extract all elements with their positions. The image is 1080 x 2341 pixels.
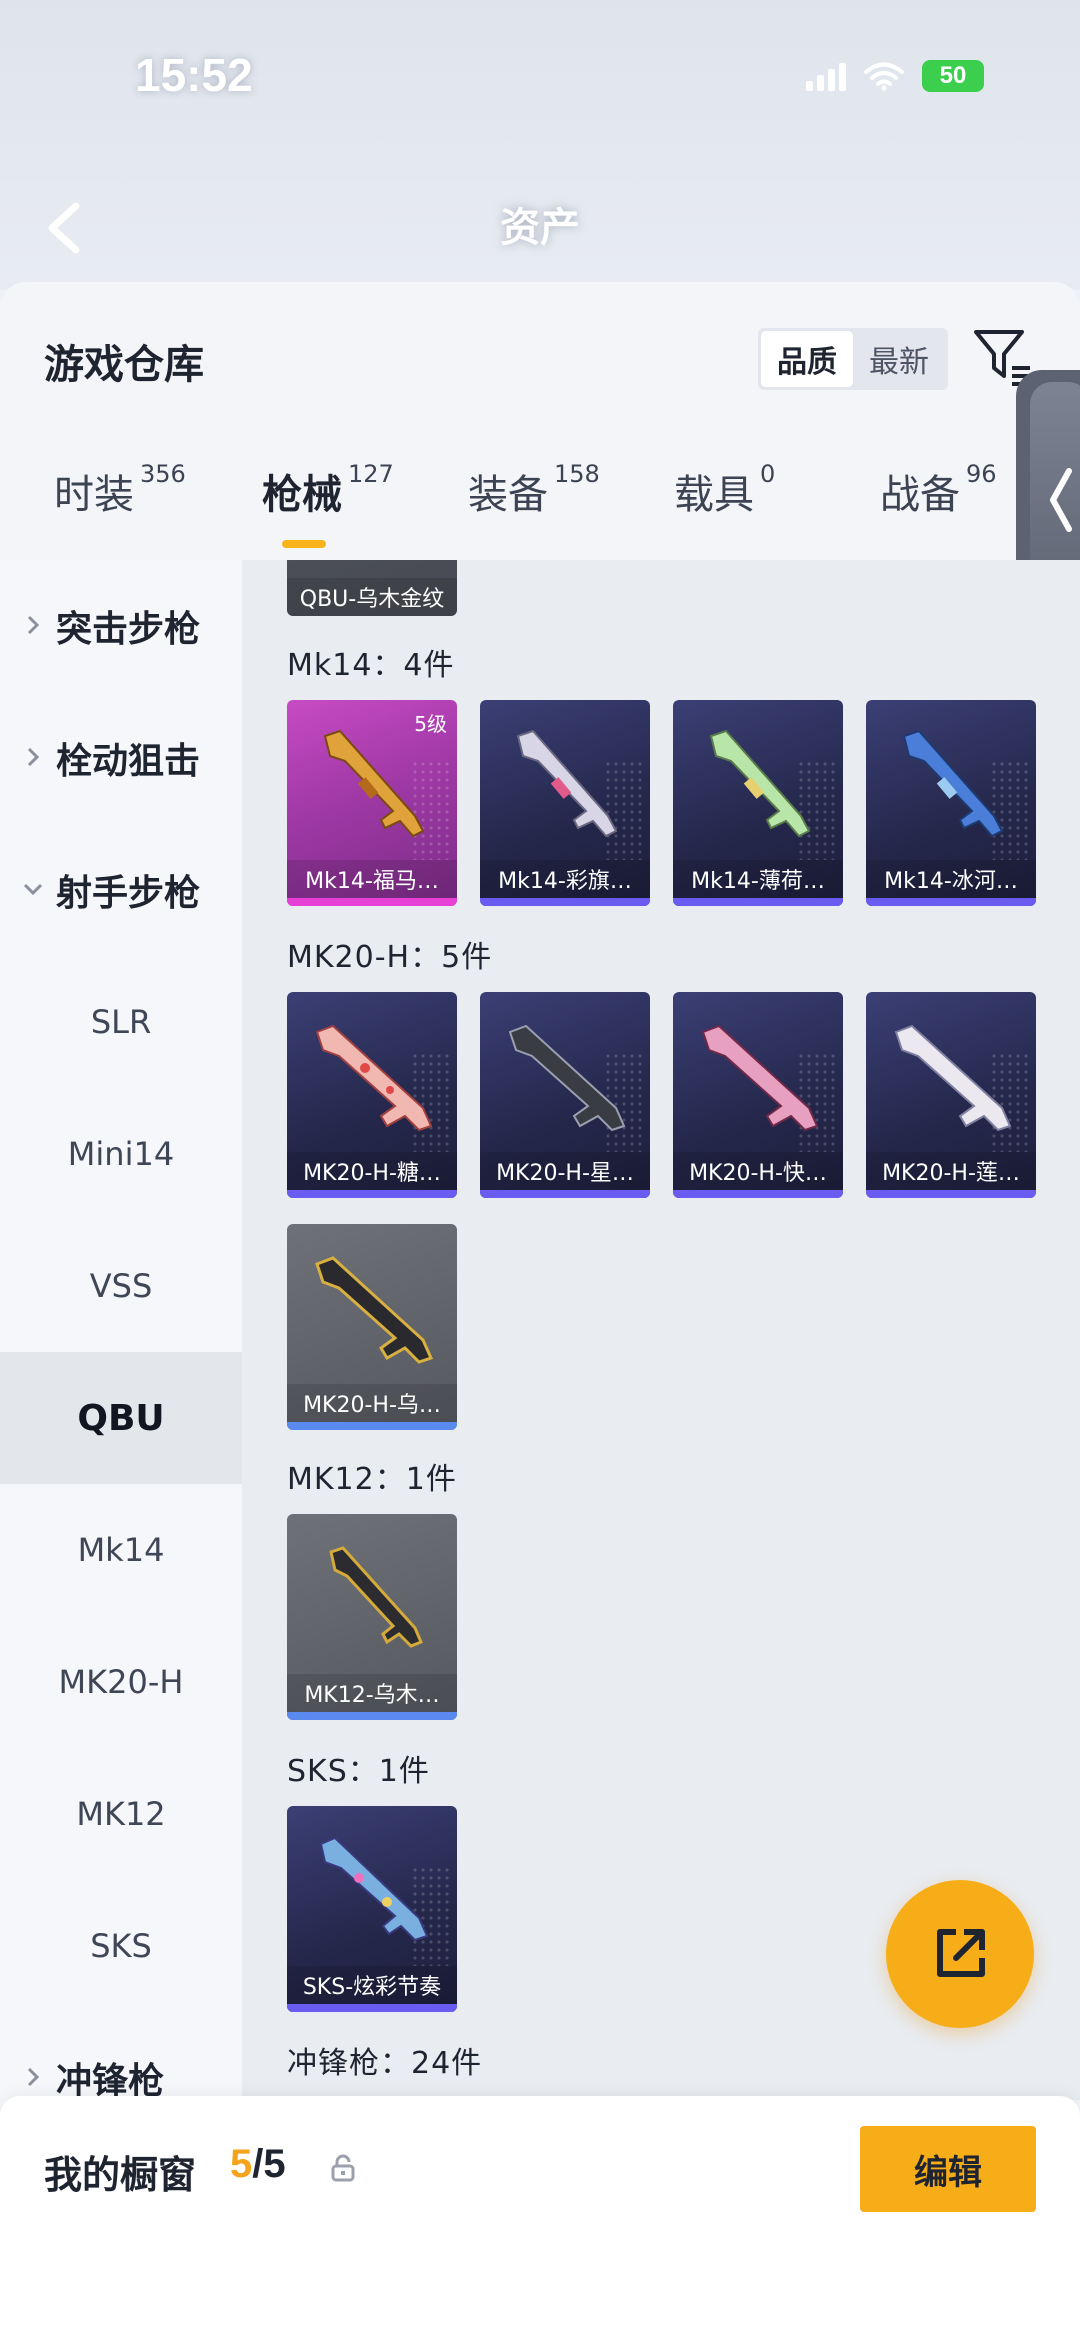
tab-label: 时装 — [54, 472, 134, 518]
rifle-image — [319, 1836, 429, 1942]
chevron-left-icon — [1050, 468, 1072, 532]
group-title: 冲锋枪：24件 — [287, 2046, 483, 2081]
lock-icon — [331, 2154, 355, 2182]
tab-guns[interactable]: 枪械 127 — [262, 460, 394, 520]
rifle-image — [894, 1024, 1012, 1132]
skin-name: MK20-H-乌… — [287, 1384, 457, 1422]
share-button[interactable] — [886, 1880, 1034, 2028]
window-count: 5/5 — [230, 2142, 286, 2187]
skin-name: MK20-H-糖… — [287, 1152, 457, 1190]
sidebar-item-label: 突击步枪 — [56, 609, 201, 650]
status-time: 15:52 — [135, 49, 253, 101]
tab-label: 载具 — [674, 472, 754, 518]
rifle-image — [709, 729, 811, 838]
window-used: 5 — [230, 2142, 253, 2186]
tab-count: 127 — [348, 460, 394, 488]
skin-name: Mk14-彩旗… — [480, 860, 650, 898]
skin-tile[interactable]: MK20-H-糖… — [287, 992, 457, 1198]
sidebar-item-label: 栓动狙击 — [56, 741, 201, 782]
tab-label: 战备 — [880, 472, 960, 518]
skin-name: MK20-H-莲… — [866, 1152, 1036, 1190]
skin-tile[interactable]: MK20-H-乌… — [287, 1224, 457, 1430]
sidebar-item-vss[interactable]: VSS — [0, 1220, 242, 1352]
edit-button[interactable]: 编辑 — [860, 2126, 1036, 2212]
battery-indicator: 50 — [922, 60, 984, 92]
tab-label: 装备 — [468, 472, 548, 518]
skin-name: MK20-H-快… — [673, 1152, 843, 1190]
tab-count: 356 — [140, 460, 186, 488]
skin-tile[interactable]: Mk14-彩旗… — [480, 700, 650, 906]
chevron-right-icon — [27, 747, 40, 767]
skin-tile-partial[interactable]: QBU-乌木金纹 — [287, 560, 457, 616]
skin-name: MK20-H-星… — [480, 1152, 650, 1190]
rifle-image — [329, 1546, 423, 1648]
skin-name: MK12-乌木… — [287, 1674, 457, 1712]
sidebar-item-mk12[interactable]: MK12 — [0, 1748, 242, 1880]
signal-icon — [806, 61, 846, 91]
sidebar-item-label: 射手步枪 — [56, 873, 201, 914]
sidebar-item-mk14[interactable]: Mk14 — [0, 1484, 242, 1616]
skin-tile[interactable]: Mk14-薄荷… — [673, 700, 843, 906]
rifle-image — [508, 1024, 626, 1132]
sidebar-item-slr[interactable]: SLR — [0, 956, 242, 1088]
page-title: 游戏仓库 — [44, 342, 204, 388]
rifle-image — [902, 729, 1004, 838]
tab-fashion[interactable]: 时装 356 — [54, 460, 186, 520]
rifle-image — [315, 1024, 433, 1132]
tab-count: 96 — [966, 460, 997, 488]
rifle-image — [701, 1024, 819, 1132]
sidebar-item-mini14[interactable]: Mini14 — [0, 1088, 242, 1220]
status-icons: 50 — [806, 60, 984, 92]
share-icon — [937, 1929, 985, 1977]
skin-tile[interactable]: 5级 Mk14-福马… — [287, 700, 457, 906]
skin-tile[interactable]: MK20-H-莲… — [866, 992, 1036, 1198]
group-title: Mk14：4件 — [287, 648, 455, 683]
tab-vehicles[interactable]: 载具 0 — [674, 460, 776, 520]
sort-newest[interactable]: 最新 — [853, 331, 945, 387]
sidebar-item-assault-rifles[interactable]: 突击步枪 — [0, 560, 242, 692]
rifle-image — [516, 729, 618, 838]
sort-toggle: 品质 最新 — [758, 328, 948, 390]
skin-tile[interactable]: Mk14-冰河… — [866, 700, 1036, 906]
tab-equipment[interactable]: 装备 158 — [468, 460, 600, 520]
skin-name: Mk14-冰河… — [866, 860, 1036, 898]
skin-name: QBU-乌木金纹 — [287, 578, 457, 616]
skin-name: SKS-炫彩节奏 — [287, 1966, 457, 2004]
sidebar-item-marksman-rifles[interactable]: 射手步枪 — [0, 824, 242, 956]
chevron-right-icon — [27, 615, 40, 635]
sidebar-item-sks[interactable]: SKS — [0, 1880, 242, 2012]
chevron-right-icon — [27, 2067, 40, 2087]
category-tabs: 时装 356 枪械 127 装备 158 载具 0 战备 96 — [0, 460, 1080, 562]
skin-tile[interactable]: MK20-H-快… — [673, 992, 843, 1198]
skin-name: Mk14-薄荷… — [673, 860, 843, 898]
sort-quality[interactable]: 品质 — [761, 331, 853, 387]
group-title: MK12：1件 — [287, 1462, 457, 1497]
skin-name: Mk14-福马… — [287, 860, 457, 898]
sidebar-item-mk20h[interactable]: MK20-H — [0, 1616, 242, 1748]
my-window-label: 我的橱窗 — [44, 2153, 197, 2197]
rifle-image — [323, 729, 425, 838]
chevron-down-icon — [23, 883, 43, 896]
bottom-bar: 我的橱窗 5/5 编辑 — [0, 2096, 1080, 2341]
tab-label: 枪械 — [262, 472, 342, 518]
tab-gear[interactable]: 战备 96 — [880, 460, 997, 520]
weapon-sidebar: 突击步枪 栓动狙击 射手步枪 SLR Mini14 VSS QBU Mk14 M… — [0, 560, 242, 2120]
active-tab-indicator — [282, 540, 326, 548]
skin-tile[interactable]: SKS-炫彩节奏 — [287, 1806, 457, 2012]
rifle-image — [315, 1256, 434, 1364]
window-total: /5 — [252, 2142, 286, 2186]
group-title: MK20-H：5件 — [287, 940, 493, 975]
nav-title: 资产 — [500, 205, 580, 251]
tab-count: 158 — [554, 460, 600, 488]
sidebar-item-bolt-snipers[interactable]: 栓动狙击 — [0, 692, 242, 824]
skin-tile[interactable]: MK20-H-星… — [480, 992, 650, 1198]
tab-count: 0 — [760, 460, 776, 488]
wifi-icon — [864, 62, 904, 91]
weapon-grid: QBU-乌木金纹 Mk14：4件 5级 Mk14-福马… Mk14-彩旗… Mk… — [242, 560, 1080, 2100]
top-header: 15:52 50 资产 — [0, 0, 1080, 290]
nav-bar: 资产 — [0, 180, 1080, 270]
group-title: SKS：1件 — [287, 1754, 430, 1789]
sidebar-item-qbu[interactable]: QBU — [0, 1352, 242, 1484]
skin-tile[interactable]: MK12-乌木… — [287, 1514, 457, 1720]
